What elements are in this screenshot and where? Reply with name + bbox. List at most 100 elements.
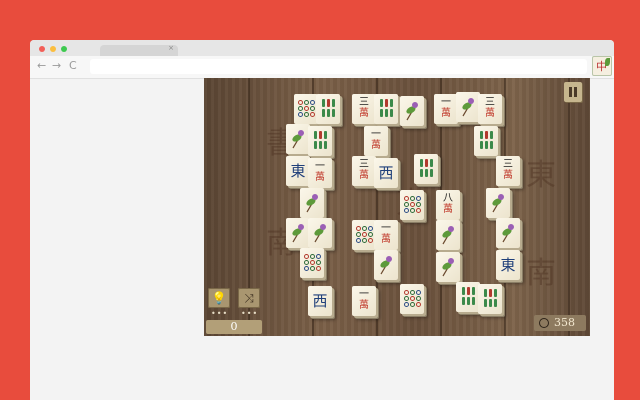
mahjong-tile[interactable] <box>400 284 424 314</box>
score-display: 0 <box>206 320 262 334</box>
flower-icon <box>380 256 392 275</box>
flower-icon <box>292 130 304 149</box>
tile-suit: 萬 <box>443 204 453 215</box>
reload-icon[interactable]: C <box>69 58 77 74</box>
tile-number: 一 <box>371 129 381 140</box>
tile-number: 一 <box>359 289 369 300</box>
flower-icon <box>442 226 454 245</box>
tile-number: 一 <box>441 97 451 108</box>
mahjong-tile[interactable] <box>436 220 460 250</box>
mahjong-extension-icon[interactable]: 中 <box>592 56 612 76</box>
mahjong-tile[interactable] <box>486 188 510 218</box>
mahjong-tile[interactable]: 西 <box>308 286 332 316</box>
mahjong-tile[interactable] <box>300 248 324 278</box>
bamboo-suit-icon <box>474 126 498 149</box>
mahjong-tile[interactable] <box>436 252 460 282</box>
shuffle-count-dots: ••• <box>241 309 259 318</box>
bamboo-suit-icon <box>456 282 480 305</box>
browser-toolbar: ← → C 中 <box>30 56 614 79</box>
flower-icon <box>492 194 504 213</box>
mahjong-tile[interactable] <box>496 218 520 248</box>
tile-number: 三 <box>359 159 369 170</box>
title-bar: × <box>30 40 614 56</box>
tile-suit: 萬 <box>359 108 369 119</box>
tab-close-icon[interactable]: × <box>168 44 174 52</box>
flower-icon <box>292 224 304 243</box>
browser-window: × ← → C 中 書 南 東 南 東 💡 ••• ⤨ ••• 0 <box>30 40 614 400</box>
mahjong-tile[interactable] <box>414 154 438 184</box>
mahjong-tile[interactable]: 一萬 <box>364 126 388 156</box>
mahjong-tile[interactable] <box>456 92 480 122</box>
close-window-dot[interactable] <box>39 46 45 52</box>
mahjong-tile[interactable] <box>286 218 310 248</box>
mahjong-tile[interactable]: 三萬 <box>352 94 376 124</box>
hint-button[interactable]: 💡 ••• <box>208 288 230 318</box>
tile-suit: 萬 <box>371 140 381 151</box>
flower-icon <box>462 98 474 117</box>
tile-suit: 萬 <box>503 170 513 181</box>
timer-value: 358 <box>554 316 575 329</box>
mahjong-tile[interactable]: 一萬 <box>308 158 332 188</box>
clock-icon <box>539 318 549 328</box>
circles-suit-icon <box>300 248 324 271</box>
tile-suit: 萬 <box>359 300 369 311</box>
address-bar[interactable] <box>90 59 587 74</box>
back-arrow-icon[interactable]: ← <box>37 58 46 74</box>
bamboo-suit-icon <box>374 94 398 117</box>
mahjong-tile[interactable]: 東 <box>286 156 310 186</box>
mahjong-tile[interactable] <box>286 124 310 154</box>
shuffle-button[interactable]: ⤨ ••• <box>238 288 260 318</box>
mahjong-tile[interactable] <box>374 94 398 124</box>
flower-icon <box>406 102 418 121</box>
bamboo-suit-icon <box>414 154 438 177</box>
mahjong-tile[interactable]: 西 <box>374 158 398 188</box>
maximize-window-dot[interactable] <box>61 46 67 52</box>
circles-suit-icon <box>400 284 424 307</box>
game-board: 書 南 東 南 東 💡 ••• ⤨ ••• 0 358 三萬一萬三萬一萬東一萬三… <box>204 78 590 336</box>
mahjong-tile[interactable]: 一萬 <box>374 220 398 250</box>
bamboo-suit-icon <box>478 284 502 307</box>
minimize-window-dot[interactable] <box>50 46 56 52</box>
tile-number: 三 <box>485 97 495 108</box>
mahjong-tile[interactable] <box>456 282 480 312</box>
hint-count-dots: ••• <box>211 309 229 318</box>
mahjong-tile[interactable] <box>474 126 498 156</box>
circles-suit-icon <box>400 190 424 213</box>
lightbulb-icon: 💡 <box>211 291 227 305</box>
mahjong-tile[interactable]: 一萬 <box>434 94 458 124</box>
tile-number: 八 <box>443 193 453 204</box>
leaf-icon <box>605 58 610 66</box>
mahjong-tile[interactable]: 一萬 <box>352 286 376 316</box>
pause-button[interactable] <box>564 82 582 102</box>
mahjong-tile[interactable]: 三萬 <box>478 94 502 124</box>
mahjong-tile[interactable] <box>478 284 502 314</box>
tile-number: 一 <box>381 223 391 234</box>
mahjong-tile[interactable] <box>400 96 424 126</box>
background-glyph: 東 <box>526 158 556 193</box>
mahjong-tile[interactable] <box>308 126 332 156</box>
tile-wind: 西 <box>378 164 394 182</box>
mahjong-tile[interactable] <box>374 250 398 280</box>
circles-suit-icon <box>294 94 318 117</box>
forward-arrow-icon[interactable]: → <box>52 58 61 74</box>
mahjong-tile[interactable] <box>352 220 376 250</box>
mahjong-tile[interactable]: 八萬 <box>436 190 460 220</box>
browser-tab[interactable]: × <box>100 44 178 56</box>
mahjong-tile[interactable]: 東 <box>496 250 520 280</box>
tile-number: 一 <box>315 161 325 172</box>
flower-icon <box>314 224 326 243</box>
tile-suit: 萬 <box>359 170 369 181</box>
tile-wind: 東 <box>500 256 516 274</box>
mahjong-tile[interactable] <box>294 94 318 124</box>
tile-suit: 萬 <box>485 108 495 119</box>
mahjong-tile[interactable] <box>316 94 340 124</box>
tile-suit: 萬 <box>381 234 391 245</box>
mahjong-tile[interactable] <box>400 190 424 220</box>
bamboo-suit-icon <box>316 94 340 117</box>
mahjong-tile[interactable] <box>300 188 324 218</box>
mahjong-tile[interactable]: 三萬 <box>496 156 520 186</box>
tile-wind: 西 <box>312 292 328 310</box>
mahjong-tile[interactable] <box>308 218 332 248</box>
tile-number: 三 <box>503 159 513 170</box>
mahjong-tile[interactable]: 三萬 <box>352 156 376 186</box>
